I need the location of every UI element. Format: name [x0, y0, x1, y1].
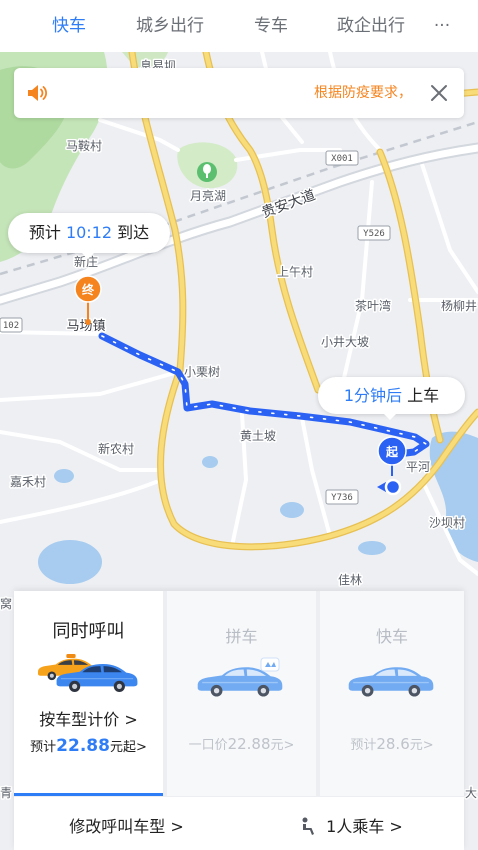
- ride-option-price: 一口价22.88元>: [167, 733, 316, 755]
- place-label: 马鞍村: [66, 138, 102, 153]
- pricing-by-car-type-link[interactable]: 按车型计价 >: [14, 709, 163, 731]
- pickup-time: 1分钟后: [343, 386, 403, 405]
- ride-option-express[interactable]: 快车 预计28.6元>: [320, 591, 464, 796]
- ride-option-price: 预计28.6元>: [320, 733, 464, 755]
- price-suffix: 元>: [409, 738, 434, 753]
- place-label: 窝: [0, 596, 12, 611]
- ride-options-panel: 同时呼叫 按车型计价 > 预计22.88元起> 拼车 一口价22.88元> 快车…: [14, 591, 464, 850]
- ride-option-price[interactable]: 预计22.88元起>: [14, 735, 163, 757]
- price-amount: 22.88: [227, 735, 271, 753]
- ride-option-carpool[interactable]: 拼车 一口价22.88元>: [167, 591, 316, 796]
- place-label: 沙坝村: [429, 516, 465, 530]
- ride-option-title: 同时呼叫: [52, 621, 125, 642]
- passenger-count-button[interactable]: 1人乘车 >: [239, 807, 464, 847]
- place-label: 大: [465, 786, 477, 800]
- place-label: 新农村: [98, 441, 134, 456]
- price-prefix: 预计: [350, 738, 377, 753]
- ride-option-title: 拼车: [225, 627, 258, 646]
- tab-express[interactable]: 快车: [39, 13, 99, 39]
- tab-premier[interactable]: 专车: [241, 13, 301, 39]
- place-label: 小栗树: [184, 364, 220, 379]
- place-label: 黄土坡: [240, 429, 276, 443]
- service-tab-bar: 快车 城乡出行 专车 政企出行 ···: [0, 0, 478, 52]
- tab-enterprise[interactable]: 政企出行: [331, 13, 411, 39]
- park-icon: [197, 162, 217, 182]
- place-label: 月亮湖: [190, 188, 226, 203]
- tab-urban-rural[interactable]: 城乡出行: [130, 13, 210, 39]
- route-shield-102: 102: [3, 321, 19, 331]
- car-icon: [348, 667, 434, 697]
- place-label: 小井大坡: [321, 335, 369, 349]
- end-marker-label: 终: [82, 282, 95, 297]
- seat-icon: [302, 817, 315, 835]
- passenger-count-label: 1人乘车 >: [326, 817, 403, 836]
- pickup-time-bubble: 1分钟后 上车: [318, 377, 465, 420]
- start-marker-label: 起: [385, 444, 399, 459]
- eta-bubble: 预计 10:12 到达: [8, 213, 170, 259]
- place-label: 青: [0, 786, 12, 800]
- pickup-action: 上车: [407, 386, 440, 405]
- epidemic-notice-banner[interactable]: 根据防疫要求，: [14, 68, 464, 118]
- ride-option-title: 快车: [375, 627, 408, 646]
- selected-indicator: [14, 793, 163, 796]
- route-shield-y736: Y736: [331, 493, 353, 503]
- place-label: 杨柳井: [441, 298, 477, 313]
- carpool-car-icon: [197, 657, 283, 697]
- notice-text: 根据防疫要求，: [314, 85, 412, 101]
- place-label: 佳林: [338, 573, 362, 587]
- close-icon[interactable]: [428, 82, 450, 104]
- ride-option-simultaneous-call[interactable]: 同时呼叫 按车型计价 > 预计22.88元起>: [14, 591, 163, 796]
- price-suffix: 元起>: [109, 740, 147, 755]
- more-tabs-button[interactable]: ···: [425, 13, 459, 39]
- place-label: 平河: [406, 460, 430, 474]
- taxi-and-car-icon: [37, 654, 138, 692]
- price-amount: 28.6: [376, 735, 410, 753]
- eta-suffix: 到达: [117, 223, 150, 242]
- eta-prefix: 预计: [28, 223, 61, 242]
- place-label: 嘉禾村: [10, 475, 46, 489]
- route-shield-y526: Y526: [363, 229, 385, 239]
- speaker-icon: [26, 83, 50, 103]
- place-label: 上午村: [277, 265, 313, 279]
- route-shield-x001: X001: [331, 154, 353, 164]
- ride-footer-bar: 修改呼叫车型 > 1人乘车 >: [14, 797, 464, 850]
- change-car-type-button[interactable]: 修改呼叫车型 >: [14, 807, 239, 847]
- price-prefix: 预计: [30, 740, 57, 755]
- place-label: 茶叶湾: [355, 298, 391, 313]
- price-amount: 22.88: [56, 736, 110, 756]
- price-prefix: 一口价: [188, 738, 228, 753]
- eta-time: 10:12: [65, 223, 113, 242]
- price-suffix: 元>: [270, 738, 295, 753]
